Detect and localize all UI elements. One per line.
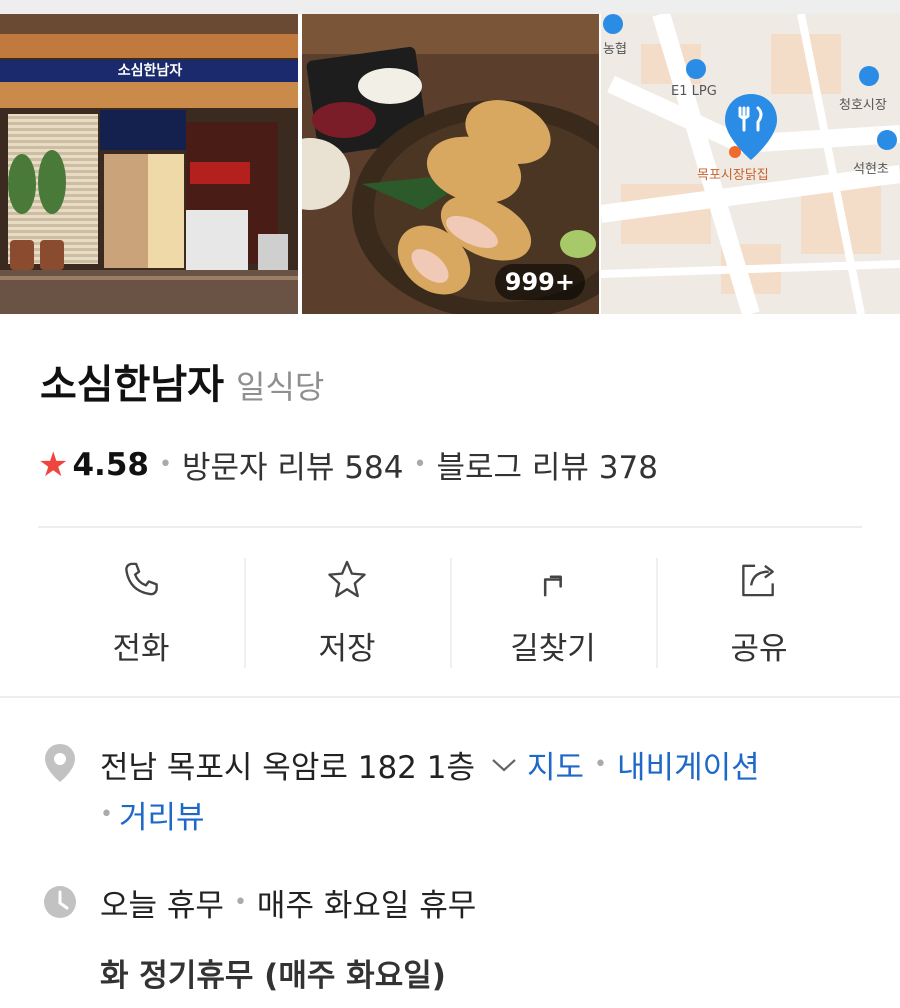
- directions-label: 길찾기: [510, 631, 596, 667]
- top-status-strip: [0, 0, 900, 14]
- location-pin-icon: [45, 744, 75, 782]
- hours-note: 매주 화요일 휴무: [256, 888, 477, 924]
- separator-dot: •: [594, 752, 608, 777]
- separator-dot: •: [413, 452, 427, 477]
- directions-icon: [543, 575, 563, 597]
- hours-row[interactable]: 오늘 휴무 • 매주 화요일 휴무: [100, 880, 476, 925]
- navigation-link[interactable]: 내비게이션: [617, 742, 760, 787]
- star-icon: ★: [38, 444, 69, 485]
- save-button[interactable]: 저장: [244, 556, 450, 668]
- map-label-school: 석현초: [853, 162, 889, 177]
- share-label: 공유: [730, 631, 788, 667]
- phone-icon: [125, 562, 158, 596]
- food-photo[interactable]: 999+: [302, 14, 599, 314]
- restaurant-pin-icon[interactable]: [723, 92, 779, 162]
- clock-icon: [44, 886, 76, 918]
- address-row: 전남 목포시 옥암로 182 1층 지도 • 내비게이션: [100, 742, 760, 787]
- share-button[interactable]: 공유: [656, 556, 862, 668]
- map-label-restaurant: 목포시장닭집: [697, 168, 769, 183]
- call-label: 전화: [112, 631, 170, 667]
- action-bar: 전화 저장 길찾기 공유: [38, 556, 862, 668]
- photo-count-badge[interactable]: 999+: [494, 264, 585, 300]
- share-icon: [742, 564, 774, 597]
- map-preview[interactable]: E1 LPG 청호시장 목포시장닭집 석현초 농협: [601, 14, 900, 314]
- rating-row: ★ 4.58 • 방문자 리뷰 584 • 블로그 리뷰 378: [38, 442, 658, 487]
- rating-value: 4.58: [72, 446, 149, 483]
- photo-gallery[interactable]: 소심한남자 999+ E1 LPG 청호시장 목포시장닭집 석현초 농협: [0, 14, 900, 314]
- storefront-illustration: [0, 14, 298, 314]
- separator-dot: •: [233, 890, 247, 915]
- street-view-link[interactable]: 거리뷰: [119, 792, 205, 837]
- blog-reviews-link[interactable]: 블로그 리뷰 378: [436, 442, 657, 487]
- map-link[interactable]: 지도: [527, 742, 584, 787]
- directions-button[interactable]: 길찾기: [450, 556, 656, 668]
- separator-dot: •: [100, 802, 113, 827]
- storefront-photo[interactable]: 소심한남자: [0, 14, 298, 314]
- chevron-down-icon[interactable]: [491, 757, 517, 773]
- divider: [0, 696, 900, 698]
- place-name: 소심한남자: [40, 362, 224, 408]
- map-label-lpg: E1 LPG: [671, 84, 717, 99]
- save-label: 저장: [318, 631, 376, 667]
- hours-status: 오늘 휴무: [100, 888, 224, 924]
- hours-detail: 화 정기휴무 (매주 화요일): [100, 958, 446, 994]
- address-text: 전남 목포시 옥암로 182 1층: [100, 750, 475, 786]
- map-label-partial: 농협: [603, 42, 627, 57]
- star-outline-icon: [328, 560, 366, 598]
- address-row-2: • 거리뷰: [100, 792, 205, 837]
- visitor-reviews-link[interactable]: 방문자 리뷰 584: [182, 442, 403, 487]
- separator-dot: •: [158, 452, 172, 477]
- call-button[interactable]: 전화: [38, 556, 244, 668]
- map-label-market: 청호시장: [839, 98, 887, 113]
- place-category: 일식당: [236, 368, 325, 406]
- divider: [38, 526, 862, 528]
- place-header: 소심한남자 일식당: [40, 352, 324, 410]
- storefront-sign: 소심한남자: [117, 63, 183, 79]
